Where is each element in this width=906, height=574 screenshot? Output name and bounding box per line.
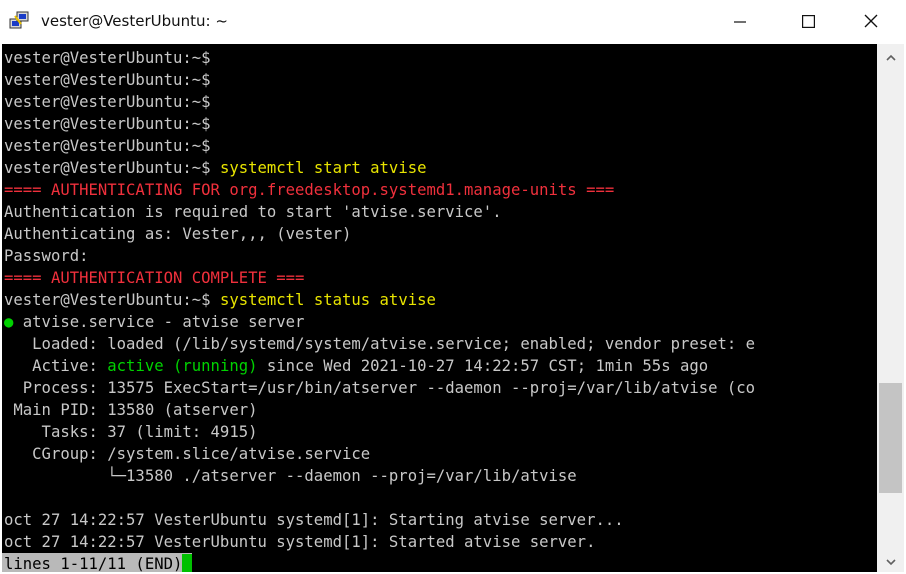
terminal-text: ==== AUTHENTICATION COMPLETE === [4,269,305,287]
terminal-text: since Wed 2021-10-27 14:22:57 CST; 1min … [257,357,709,375]
minimize-button[interactable] [717,0,763,44]
window-title: vester@VesterUbuntu: ~ [41,12,228,30]
terminal-text: └─13580 ./atserver --daemon --proj=/var/… [4,467,577,485]
pager-status-text: lines 1-11/11 (END) [4,555,183,572]
terminal-line: vester@VesterUbuntu:~$ [4,91,211,113]
terminal-line: vester@VesterUbuntu:~$ [4,47,211,69]
terminal-text: atvise.service - atvise server [13,313,305,331]
terminal-text: Authenticating as: Vester,,, (vester) [4,225,352,243]
terminal-text: vester@VesterUbuntu:~$ [4,115,211,133]
terminal-line: vester@VesterUbuntu:~$ [4,69,211,91]
chevron-down-icon [885,551,896,570]
terminal-text: vester@VesterUbuntu:~$ [4,291,220,309]
terminal-text: oct 27 14:22:57 VesterUbuntu systemd[1]:… [4,511,624,529]
terminal-text: Main PID: 13580 (atserver) [4,401,258,419]
vertical-scrollbar[interactable] [877,44,904,572]
terminal-line: Tasks: 37 (limit: 4915) [4,421,258,443]
terminal-text: vester@VesterUbuntu:~$ [4,137,211,155]
terminal-text: systemctl status atvise [219,291,436,309]
terminal-text: vester@VesterUbuntu:~$ [4,93,211,111]
maximize-icon [801,13,815,32]
terminal-line: Authenticating as: Vester,,, (vester) [4,223,351,245]
putty-icon [9,10,31,32]
terminal-cursor [182,554,193,572]
terminal-text: CGroup: /system.slice/atvise.service [4,445,371,463]
terminal-text: Authentication is required to start 'atv… [4,203,502,221]
terminal-line: Process: 13575 ExecStart=/usr/bin/atserv… [4,377,755,399]
terminal-text: active (running) [107,357,258,375]
terminal-line: Main PID: 13580 (atserver) [4,399,257,421]
chevron-up-icon [885,47,896,66]
pager-status-line: lines 1-11/11 (END) [2,553,193,572]
terminal-text: ==== AUTHENTICATING FOR org.freedesktop.… [4,181,615,199]
terminal-line: CGroup: /system.slice/atvise.service [4,443,370,465]
scroll-down-button[interactable] [877,550,904,570]
terminal-text: Loaded: loaded (/lib/systemd/system/atvi… [4,335,756,353]
minimize-icon [734,13,746,32]
terminal-line: Active: active (running) since Wed 2021-… [4,355,708,377]
terminal-line: vester@VesterUbuntu:~$ [4,113,211,135]
terminal-text: vester@VesterUbuntu:~$ [4,159,220,177]
maximize-button[interactable] [785,0,831,44]
terminal-output[interactable]: vester@VesterUbuntu:~$ vester@VesterUbunt… [2,44,877,572]
scroll-up-button[interactable] [877,46,904,66]
terminal-line: Loaded: loaded (/lib/systemd/system/atvi… [4,333,755,355]
terminal-line: Authentication is required to start 'atv… [4,201,502,223]
terminal-line: ● atvise.service - atvise server [4,311,304,333]
terminal-text: vester@VesterUbuntu:~$ [4,49,211,67]
terminal-text: Process: 13575 ExecStart=/usr/bin/atserv… [4,379,756,397]
terminal-line: vester@VesterUbuntu:~$ systemctl status … [4,289,436,311]
terminal-text: systemctl start atvise [219,159,427,177]
terminal-line: └─13580 ./atserver --daemon --proj=/var/… [4,465,577,487]
status-dot: ● [4,313,14,331]
terminal-line: oct 27 14:22:57 VesterUbuntu systemd[1]:… [4,509,624,531]
terminal-text: vester@VesterUbuntu:~$ [4,71,211,89]
terminal-line: Password: [4,245,89,267]
terminal-text: Tasks: 37 (limit: 4915) [4,423,258,441]
terminal-text: oct 27 14:22:57 VesterUbuntu systemd[1]:… [4,533,596,551]
terminal-text: Password: [4,247,89,265]
close-icon [864,13,878,32]
terminal-line: ==== AUTHENTICATION COMPLETE === [4,267,304,289]
terminal-line: vester@VesterUbuntu:~$ systemctl start a… [4,157,426,179]
terminal-line: oct 27 14:22:57 VesterUbuntu systemd[1]:… [4,531,595,553]
title-bar[interactable]: vester@VesterUbuntu: ~ [0,0,906,44]
close-button[interactable] [848,0,894,44]
scrollbar-thumb[interactable] [879,382,902,493]
terminal-text: Active: [4,357,108,375]
terminal-line: ==== AUTHENTICATING FOR org.freedesktop.… [4,179,614,201]
terminal-line: vester@VesterUbuntu:~$ [4,135,211,157]
